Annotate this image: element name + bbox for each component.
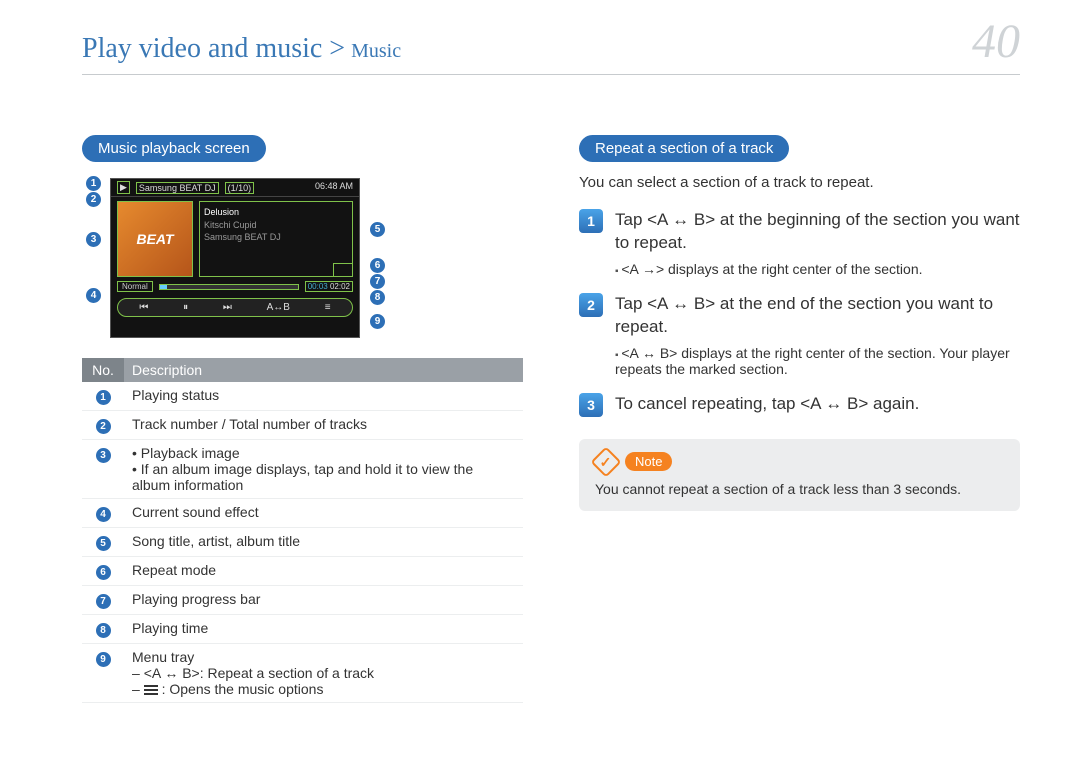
step-2-sub: <A ↔ B> displays at the right center of … xyxy=(615,345,1020,377)
step-3: 3 To cancel repeating, tap <A ↔ B> again… xyxy=(579,393,1020,417)
step-2: 2 Tap <A ↔ B> at the end of the section … xyxy=(579,293,1020,339)
step-number: 3 xyxy=(579,393,603,417)
left-column: Music playback screen 1 2 3 4 5 6 7 8 9 … xyxy=(82,135,523,703)
th-desc: Description xyxy=(124,358,523,382)
table-row: 7Playing progress bar xyxy=(82,586,523,615)
progress-bar xyxy=(159,284,299,290)
note-icon: ✓ xyxy=(590,446,621,477)
description-table: No. Description 1Playing status 2Track n… xyxy=(82,358,523,703)
menu-tray: ⏮ ⏸ ⏭ A↔B ≡ xyxy=(117,298,353,317)
callout-9: 9 xyxy=(370,314,385,329)
callout-2: 2 xyxy=(86,192,101,207)
table-row: 8Playing time xyxy=(82,615,523,644)
clock: 06:48 AM xyxy=(315,181,353,194)
step-text: To cancel repeating, tap <A ↔ B> again. xyxy=(615,393,919,417)
album-art: BEAT xyxy=(117,201,193,277)
section-intro: You can select a section of a track to r… xyxy=(579,174,1020,191)
track-counter: (1/10) xyxy=(225,182,255,194)
screenshot-annotated: 1 2 3 4 5 6 7 8 9 ▶ Samsung BEAT DJ (1/1… xyxy=(82,174,392,344)
table-row: 4Current sound effect xyxy=(82,499,523,528)
step-1: 1 Tap <A ↔ B> at the beginning of the se… xyxy=(579,209,1020,255)
step-number: 2 xyxy=(579,293,603,317)
section-pill-playback: Music playback screen xyxy=(82,135,266,162)
callout-7: 7 xyxy=(370,274,385,289)
callout-6: 6 xyxy=(370,258,385,273)
breadcrumb-sub: Music xyxy=(351,40,401,63)
step-text: Tap <A ↔ B> at the end of the section yo… xyxy=(615,293,1020,339)
callout-4: 4 xyxy=(86,288,101,303)
page-number: 40 xyxy=(972,18,1020,66)
next-icon: ⏭ xyxy=(223,302,232,313)
track-list: Delusion Kitschi Cupid Samsung BEAT DJ xyxy=(199,201,353,277)
topbar-title: Samsung BEAT DJ xyxy=(136,182,219,194)
repeat-mode-indicator xyxy=(333,263,353,277)
prev-icon: ⏮ xyxy=(139,302,148,313)
note-label: Note xyxy=(625,452,672,471)
playing-status-icon: ▶ xyxy=(117,181,130,194)
pause-icon: ⏸ xyxy=(183,302,188,313)
th-no: No. xyxy=(82,358,124,382)
table-row: 5Song title, artist, album title xyxy=(82,528,523,557)
right-column: Repeat a section of a track You can sele… xyxy=(579,135,1020,703)
table-row: 6Repeat mode xyxy=(82,557,523,586)
ab-repeat-icon: A↔B xyxy=(267,302,290,313)
step-number: 1 xyxy=(579,209,603,233)
table-row: 3 Playback image If an album image displ… xyxy=(82,440,523,499)
playing-time: 00:03 02:02 xyxy=(305,281,353,292)
callout-8: 8 xyxy=(370,290,385,305)
callout-1: 1 xyxy=(86,176,101,191)
note-box: ✓ Note You cannot repeat a section of a … xyxy=(579,439,1020,511)
callout-3: 3 xyxy=(86,232,101,247)
callout-5: 5 xyxy=(370,222,385,237)
breadcrumb-main: Play video and music > xyxy=(82,33,345,65)
player-screenshot: ▶ Samsung BEAT DJ (1/10) 06:48 AM BEAT D… xyxy=(110,178,360,338)
hamburger-icon xyxy=(144,683,158,697)
step-text: Tap <A ↔ B> at the beginning of the sect… xyxy=(615,209,1020,255)
page-header: Play video and music > Music 40 xyxy=(0,0,1080,74)
table-row: 9 Menu tray <A ↔ B>: Repeat a section of… xyxy=(82,644,523,703)
step-1-sub: <A →> displays at the right center of th… xyxy=(615,261,1020,277)
menu-icon: ≡ xyxy=(325,302,331,313)
table-row: 2Track number / Total number of tracks xyxy=(82,411,523,440)
sound-effect: Normal xyxy=(117,281,153,292)
note-text: You cannot repeat a section of a track l… xyxy=(595,481,1004,497)
section-pill-repeat: Repeat a section of a track xyxy=(579,135,789,162)
table-row: 1Playing status xyxy=(82,382,523,411)
